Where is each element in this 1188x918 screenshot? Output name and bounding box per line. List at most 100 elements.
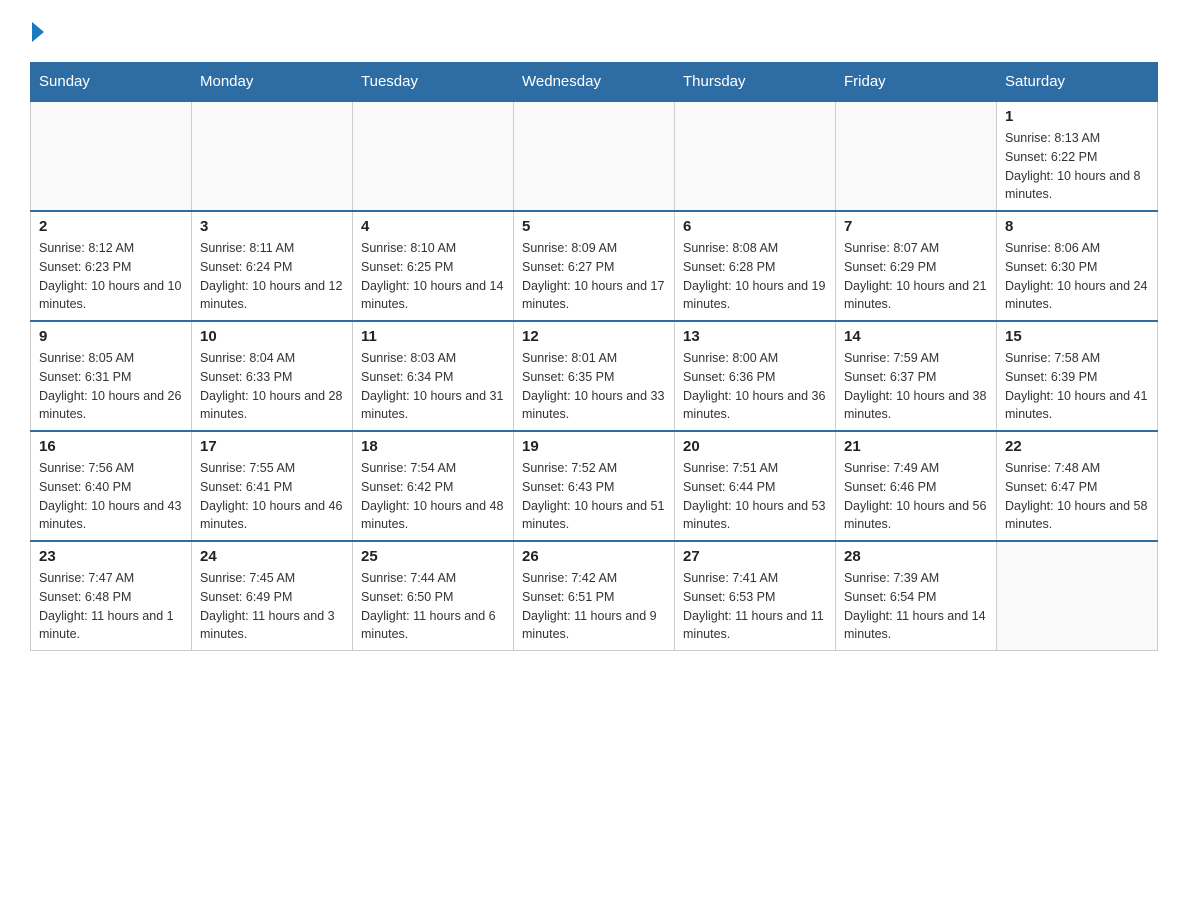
calendar-cell: 23 Sunrise: 7:47 AMSunset: 6:48 PMDayligh… <box>31 541 192 651</box>
calendar-cell: 1 Sunrise: 8:13 AMSunset: 6:22 PMDaylight… <box>997 101 1158 211</box>
calendar-cell: 26 Sunrise: 7:42 AMSunset: 6:51 PMDayligh… <box>514 541 675 651</box>
day-number: 20 <box>683 438 827 455</box>
day-info: Sunrise: 8:03 AMSunset: 6:34 PMDaylight:… <box>361 349 505 424</box>
calendar-cell: 15 Sunrise: 7:58 AMSunset: 6:39 PMDayligh… <box>997 321 1158 431</box>
day-number: 28 <box>844 548 988 565</box>
day-info: Sunrise: 8:10 AMSunset: 6:25 PMDaylight:… <box>361 239 505 314</box>
day-number: 3 <box>200 218 344 235</box>
weekday-header-tuesday: Tuesday <box>353 63 514 102</box>
day-number: 14 <box>844 328 988 345</box>
day-number: 21 <box>844 438 988 455</box>
weekday-header-friday: Friday <box>836 63 997 102</box>
day-info: Sunrise: 8:13 AMSunset: 6:22 PMDaylight:… <box>1005 129 1149 204</box>
calendar-cell: 28 Sunrise: 7:39 AMSunset: 6:54 PMDayligh… <box>836 541 997 651</box>
day-info: Sunrise: 8:11 AMSunset: 6:24 PMDaylight:… <box>200 239 344 314</box>
calendar-cell: 13 Sunrise: 8:00 AMSunset: 6:36 PMDayligh… <box>675 321 836 431</box>
calendar-cell <box>192 101 353 211</box>
calendar-cell: 20 Sunrise: 7:51 AMSunset: 6:44 PMDayligh… <box>675 431 836 541</box>
day-number: 9 <box>39 328 183 345</box>
day-number: 2 <box>39 218 183 235</box>
calendar-cell: 16 Sunrise: 7:56 AMSunset: 6:40 PMDayligh… <box>31 431 192 541</box>
day-info: Sunrise: 7:44 AMSunset: 6:50 PMDaylight:… <box>361 569 505 644</box>
weekday-header-thursday: Thursday <box>675 63 836 102</box>
weekday-header-saturday: Saturday <box>997 63 1158 102</box>
calendar-cell: 27Sunrise: 7:41 AMSunset: 6:53 PMDayligh… <box>675 541 836 651</box>
day-info: Sunrise: 7:45 AMSunset: 6:49 PMDaylight:… <box>200 569 344 644</box>
day-info: Sunrise: 7:52 AMSunset: 6:43 PMDaylight:… <box>522 459 666 534</box>
day-number: 24 <box>200 548 344 565</box>
calendar-cell: 2 Sunrise: 8:12 AMSunset: 6:23 PMDaylight… <box>31 211 192 321</box>
calendar-cell <box>997 541 1158 651</box>
calendar-cell: 10Sunrise: 8:04 AMSunset: 6:33 PMDayligh… <box>192 321 353 431</box>
calendar-cell: 14 Sunrise: 7:59 AMSunset: 6:37 PMDayligh… <box>836 321 997 431</box>
day-info: Sunrise: 7:56 AMSunset: 6:40 PMDaylight:… <box>39 459 183 534</box>
day-number: 1 <box>1005 108 1149 125</box>
day-info: Sunrise: 7:39 AMSunset: 6:54 PMDaylight:… <box>844 569 988 644</box>
calendar-week-1: 1 Sunrise: 8:13 AMSunset: 6:22 PMDaylight… <box>31 101 1158 211</box>
calendar-cell: 22 Sunrise: 7:48 AMSunset: 6:47 PMDayligh… <box>997 431 1158 541</box>
day-number: 18 <box>361 438 505 455</box>
day-number: 17 <box>200 438 344 455</box>
calendar-cell: 18 Sunrise: 7:54 AMSunset: 6:42 PMDayligh… <box>353 431 514 541</box>
day-info: Sunrise: 8:00 AMSunset: 6:36 PMDaylight:… <box>683 349 827 424</box>
weekday-header-sunday: Sunday <box>31 63 192 102</box>
calendar-week-2: 2 Sunrise: 8:12 AMSunset: 6:23 PMDaylight… <box>31 211 1158 321</box>
day-info: Sunrise: 7:51 AMSunset: 6:44 PMDaylight:… <box>683 459 827 534</box>
day-number: 23 <box>39 548 183 565</box>
calendar-cell: 25 Sunrise: 7:44 AMSunset: 6:50 PMDayligh… <box>353 541 514 651</box>
calendar-header-row: SundayMondayTuesdayWednesdayThursdayFrid… <box>31 63 1158 102</box>
calendar-cell: 19Sunrise: 7:52 AMSunset: 6:43 PMDayligh… <box>514 431 675 541</box>
calendar-cell: 17Sunrise: 7:55 AMSunset: 6:41 PMDayligh… <box>192 431 353 541</box>
day-info: Sunrise: 7:42 AMSunset: 6:51 PMDaylight:… <box>522 569 666 644</box>
day-info: Sunrise: 8:12 AMSunset: 6:23 PMDaylight:… <box>39 239 183 314</box>
day-info: Sunrise: 7:59 AMSunset: 6:37 PMDaylight:… <box>844 349 988 424</box>
day-number: 8 <box>1005 218 1149 235</box>
calendar-cell <box>514 101 675 211</box>
day-number: 11 <box>361 328 505 345</box>
day-info: Sunrise: 7:54 AMSunset: 6:42 PMDaylight:… <box>361 459 505 534</box>
calendar-cell: 12Sunrise: 8:01 AMSunset: 6:35 PMDayligh… <box>514 321 675 431</box>
calendar-cell: 6 Sunrise: 8:08 AMSunset: 6:28 PMDaylight… <box>675 211 836 321</box>
calendar-cell <box>675 101 836 211</box>
calendar-cell: 21 Sunrise: 7:49 AMSunset: 6:46 PMDayligh… <box>836 431 997 541</box>
calendar-week-3: 9 Sunrise: 8:05 AMSunset: 6:31 PMDaylight… <box>31 321 1158 431</box>
weekday-header-wednesday: Wednesday <box>514 63 675 102</box>
calendar-cell: 9 Sunrise: 8:05 AMSunset: 6:31 PMDaylight… <box>31 321 192 431</box>
calendar-table: SundayMondayTuesdayWednesdayThursdayFrid… <box>30 62 1158 651</box>
day-number: 25 <box>361 548 505 565</box>
page-header <box>30 20 1158 42</box>
calendar-cell: 11 Sunrise: 8:03 AMSunset: 6:34 PMDayligh… <box>353 321 514 431</box>
logo-arrow-icon <box>32 22 44 42</box>
day-info: Sunrise: 7:49 AMSunset: 6:46 PMDaylight:… <box>844 459 988 534</box>
day-info: Sunrise: 7:47 AMSunset: 6:48 PMDaylight:… <box>39 569 183 644</box>
weekday-header-monday: Monday <box>192 63 353 102</box>
calendar-cell <box>31 101 192 211</box>
calendar-cell: 7 Sunrise: 8:07 AMSunset: 6:29 PMDaylight… <box>836 211 997 321</box>
day-number: 15 <box>1005 328 1149 345</box>
calendar-cell <box>836 101 997 211</box>
day-number: 4 <box>361 218 505 235</box>
day-info: Sunrise: 7:48 AMSunset: 6:47 PMDaylight:… <box>1005 459 1149 534</box>
day-info: Sunrise: 8:01 AMSunset: 6:35 PMDaylight:… <box>522 349 666 424</box>
day-number: 13 <box>683 328 827 345</box>
calendar-week-4: 16 Sunrise: 7:56 AMSunset: 6:40 PMDayligh… <box>31 431 1158 541</box>
day-info: Sunrise: 7:58 AMSunset: 6:39 PMDaylight:… <box>1005 349 1149 424</box>
calendar-cell: 3 Sunrise: 8:11 AMSunset: 6:24 PMDaylight… <box>192 211 353 321</box>
calendar-cell <box>353 101 514 211</box>
calendar-cell: 24 Sunrise: 7:45 AMSunset: 6:49 PMDayligh… <box>192 541 353 651</box>
day-number: 10 <box>200 328 344 345</box>
day-number: 16 <box>39 438 183 455</box>
calendar-cell: 4 Sunrise: 8:10 AMSunset: 6:25 PMDaylight… <box>353 211 514 321</box>
day-info: Sunrise: 8:05 AMSunset: 6:31 PMDaylight:… <box>39 349 183 424</box>
day-info: Sunrise: 8:07 AMSunset: 6:29 PMDaylight:… <box>844 239 988 314</box>
day-number: 5 <box>522 218 666 235</box>
day-number: 7 <box>844 218 988 235</box>
day-number: 22 <box>1005 438 1149 455</box>
logo <box>30 20 44 42</box>
day-number: 26 <box>522 548 666 565</box>
day-number: 6 <box>683 218 827 235</box>
calendar-week-5: 23 Sunrise: 7:47 AMSunset: 6:48 PMDayligh… <box>31 541 1158 651</box>
calendar-cell: 8Sunrise: 8:06 AMSunset: 6:30 PMDaylight… <box>997 211 1158 321</box>
day-info: Sunrise: 8:09 AMSunset: 6:27 PMDaylight:… <box>522 239 666 314</box>
day-info: Sunrise: 8:08 AMSunset: 6:28 PMDaylight:… <box>683 239 827 314</box>
